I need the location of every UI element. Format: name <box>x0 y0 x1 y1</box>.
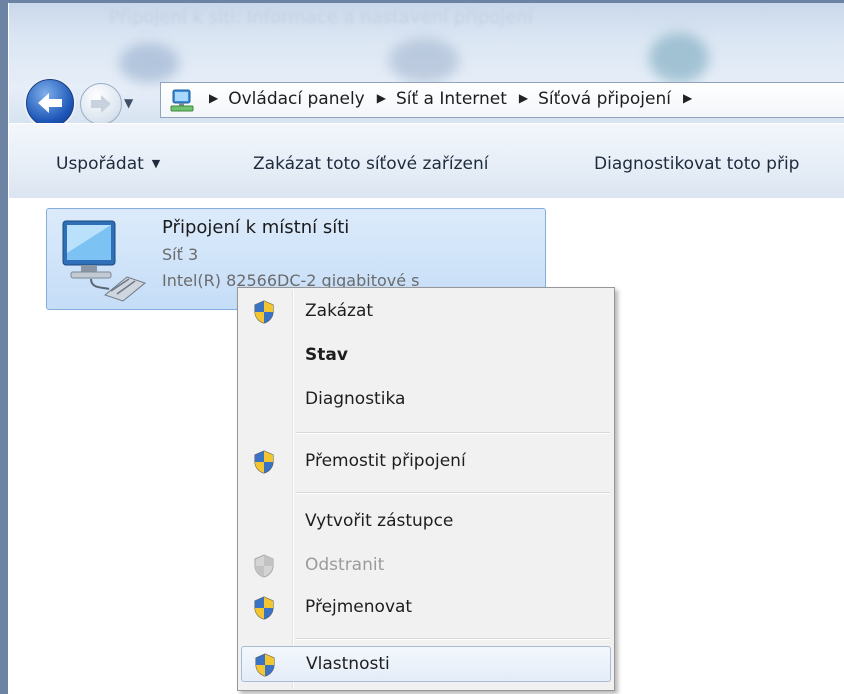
uac-shield-icon <box>254 596 274 620</box>
ghost-blob <box>119 43 179 83</box>
recent-pages-dropdown[interactable]: ▼ <box>124 96 133 110</box>
breadcrumb-arrow-icon[interactable]: ▶ <box>377 91 386 105</box>
connection-name: Připojení k místní síti <box>162 217 350 238</box>
address-bar[interactable]: ▶ Ovládací panely ▶ Síť a Internet ▶ Síťová p… <box>160 82 844 118</box>
breadcrumb-arrow-icon[interactable]: ▶ <box>209 91 218 105</box>
breadcrumb-arrow-icon[interactable]: ▶ <box>519 91 528 105</box>
context-menu: Zakázat Stav Diagnostika Přemostit připo… <box>237 287 615 691</box>
menu-item-label: Odstranit <box>305 555 385 575</box>
breadcrumb-control-panel[interactable]: Ovládací panely <box>228 89 365 109</box>
connection-network: Síť 3 <box>162 245 199 264</box>
menu-separator <box>296 492 610 494</box>
forward-arrow-icon <box>91 95 111 113</box>
breadcrumb-network-internet[interactable]: Síť a Internet <box>396 89 507 109</box>
menu-item-disable[interactable]: Zakázat <box>241 294 611 330</box>
forward-button[interactable] <box>80 83 122 125</box>
menu-item-label: Přemostit připojení <box>305 451 466 471</box>
organize-button[interactable]: Uspořádat ▼ <box>56 154 160 174</box>
menu-separator <box>296 432 610 434</box>
uac-shield-icon <box>255 653 275 677</box>
menu-separator <box>296 638 610 640</box>
uac-shield-icon <box>254 450 274 474</box>
breadcrumb-arrow-icon[interactable]: ▶ <box>683 91 692 105</box>
menu-item-properties[interactable]: Vlastnosti <box>241 646 611 682</box>
menu-item-delete: Odstranit <box>241 548 611 584</box>
ghost-blob <box>649 33 709 83</box>
menu-item-label: Zakázat <box>305 301 374 321</box>
menu-item-label: Vlastnosti <box>306 654 390 674</box>
uac-shield-icon <box>254 300 274 324</box>
back-button[interactable] <box>26 79 74 127</box>
organize-label: Uspořádat <box>56 154 144 174</box>
menu-item-bridge-connections[interactable]: Přemostit připojení <box>241 444 611 480</box>
menu-item-status[interactable]: Stav <box>241 338 611 374</box>
network-connection-icon <box>62 220 147 302</box>
menu-item-label: Stav <box>305 345 348 365</box>
back-arrow-icon <box>38 93 62 113</box>
ghost-blob <box>389 38 459 83</box>
command-bar: Uspořádat ▼ Zakázat toto síťové zařízení … <box>9 123 844 199</box>
menu-item-diagnostics[interactable]: Diagnostika <box>241 382 611 418</box>
breadcrumb: ▶ Ovládací panely ▶ Síť a Internet ▶ Síťová p… <box>203 89 702 109</box>
disable-device-button[interactable]: Zakázat toto síťové zařízení <box>253 154 488 174</box>
ghost-title: Připojení k síti: Informace a nastavení … <box>109 7 533 28</box>
network-folder-icon <box>170 89 194 112</box>
menu-item-label: Vytvořit zástupce <box>305 511 454 531</box>
uac-shield-disabled-icon <box>254 554 274 578</box>
breadcrumb-network-connections[interactable]: Síťová připojení <box>538 89 671 109</box>
chevron-down-icon: ▼ <box>151 157 161 170</box>
diagnose-device-button[interactable]: Diagnostikovat toto přip <box>594 154 799 174</box>
menu-item-rename[interactable]: Přejmenovat <box>241 590 611 626</box>
menu-item-label: Diagnostika <box>305 389 406 409</box>
menu-item-label: Přejmenovat <box>305 597 413 617</box>
menu-item-create-shortcut[interactable]: Vytvořit zástupce <box>241 504 611 540</box>
